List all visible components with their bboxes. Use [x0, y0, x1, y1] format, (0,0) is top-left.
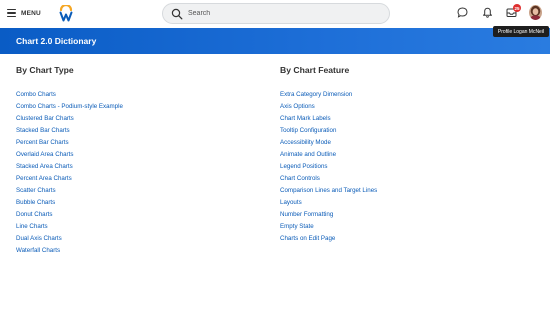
avatar[interactable] — [529, 5, 542, 20]
chat-icon[interactable] — [457, 7, 468, 18]
list-item: Extra Category Dimension — [280, 83, 377, 98]
chart-type-section: By Chart Type Combo Charts Combo Charts … — [16, 65, 123, 254]
list-item: Tooltip Configuration — [280, 119, 377, 134]
list-item: Donut Charts — [16, 203, 123, 218]
list-item: Stacked Area Charts — [16, 155, 123, 170]
chart-type-links: Combo Charts Combo Charts - Podium-style… — [16, 83, 123, 254]
search-bar[interactable] — [162, 3, 390, 24]
list-item: Accessibility Mode — [280, 131, 377, 146]
list-item: Animate and Outline — [280, 143, 377, 158]
menu-label: MENU — [21, 9, 41, 17]
menu-button[interactable]: MENU — [7, 6, 41, 20]
list-item: Number Formatting — [280, 203, 377, 218]
link-charts-on-edit-page[interactable]: Charts on Edit Page — [280, 235, 335, 242]
list-item: Charts on Edit Page — [280, 227, 377, 242]
chart-feature-heading: By Chart Feature — [280, 65, 350, 75]
page-title-banner: Chart 2.0 Dictionary — [0, 28, 550, 54]
inbox-badge: 25 — [513, 4, 521, 12]
workday-logo-icon[interactable] — [59, 5, 73, 22]
list-item: Bubble Charts — [16, 191, 123, 206]
profile-tooltip: Profile Logan McNeil — [493, 26, 549, 37]
chart-type-heading: By Chart Type — [16, 65, 74, 75]
list-item: Line Charts — [16, 215, 123, 230]
chart-feature-links: Extra Category Dimension Axis Options Ch… — [280, 83, 377, 242]
hamburger-menu-icon — [7, 9, 16, 17]
list-item: Dual Axis Charts — [16, 227, 123, 242]
list-item: Combo Charts — [16, 83, 123, 98]
list-item: Combo Charts - Podium-style Example — [16, 95, 123, 110]
list-item: Overlaid Area Charts — [16, 143, 123, 158]
list-item: Percent Area Charts — [16, 167, 123, 182]
list-item: Stacked Bar Charts — [16, 119, 123, 134]
search-icon — [171, 8, 183, 19]
list-item: Comparison Lines and Target Lines — [280, 179, 377, 194]
chart-feature-section: By Chart Feature Extra Category Dimensio… — [280, 65, 377, 242]
search-input[interactable] — [188, 10, 378, 17]
link-waterfall-charts[interactable]: Waterfall Charts — [16, 247, 60, 254]
list-item: Waterfall Charts — [16, 239, 123, 254]
list-item: Chart Mark Labels — [280, 107, 377, 122]
bell-icon[interactable] — [482, 7, 493, 18]
page-title: Chart 2.0 Dictionary — [16, 36, 97, 46]
list-item: Chart Controls — [280, 167, 377, 182]
top-navigation-bar: MENU 25 — [0, 0, 550, 27]
